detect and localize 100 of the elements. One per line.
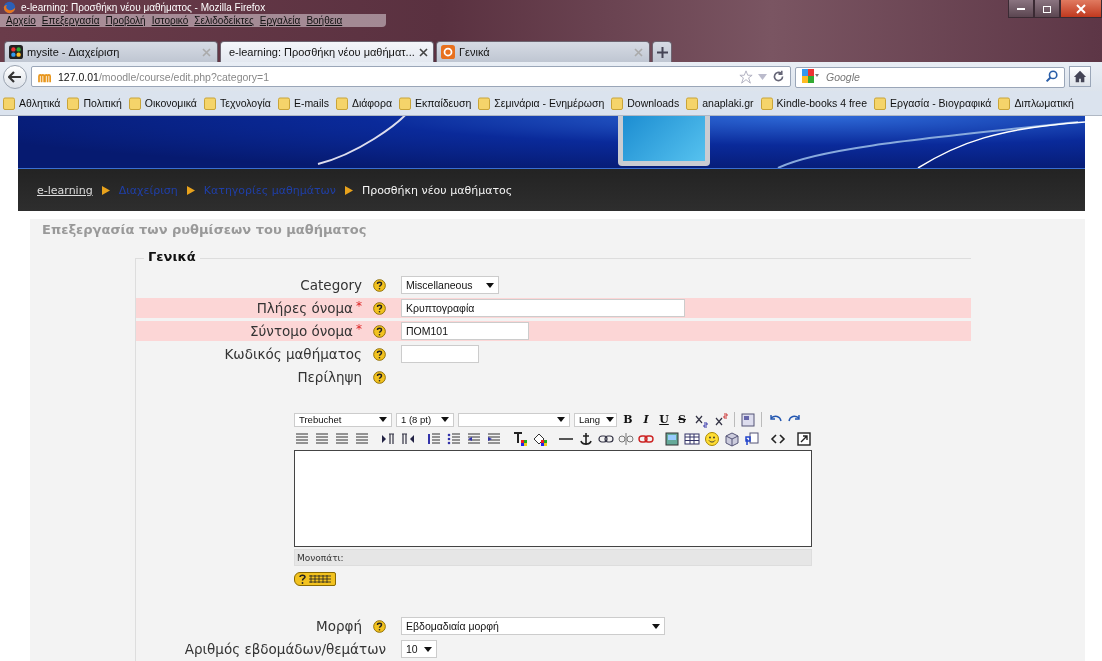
bookmark-folder[interactable]: Σεμινάρια - Ενημέρωση (478, 96, 605, 110)
help-icon[interactable] (373, 301, 386, 315)
folder-icon (128, 96, 141, 110)
rich-text-area[interactable] (294, 450, 812, 547)
bookmark-folder[interactable]: Kindle-books 4 free (760, 96, 868, 110)
editor-help-button[interactable] (294, 572, 336, 586)
menu-item[interactable]: Προβολή (105, 14, 146, 27)
dropdown[interactable]: 10 (401, 640, 437, 658)
folder-icon (760, 96, 773, 110)
text-color-icon[interactable] (512, 430, 528, 447)
maximize-button[interactable] (1034, 0, 1060, 18)
menu-item[interactable]: Επεξεργασία (41, 14, 100, 27)
text-field[interactable] (401, 345, 479, 363)
breadcrumb-item[interactable]: e-learning (37, 183, 93, 197)
bookmark-folder[interactable]: anaplaki.gr (686, 96, 754, 110)
folder-icon (335, 96, 348, 110)
table-icon[interactable] (684, 430, 700, 447)
back-button[interactable] (3, 64, 27, 89)
bookmark-folder[interactable]: Διπλωματική (998, 96, 1074, 110)
caret-icon (424, 646, 432, 652)
anchor-icon[interactable] (578, 430, 594, 447)
window-title: e-learning: Προσθήκη νέου μαθήματος - Mozilla Firefox (21, 1, 266, 13)
help-icon[interactable] (373, 324, 386, 338)
numbered-list-icon[interactable] (426, 430, 442, 447)
superscript-icon[interactable] (713, 411, 729, 428)
fullscreen-icon[interactable] (796, 430, 812, 447)
replace-icon[interactable] (744, 430, 760, 447)
bullet-list-icon[interactable] (446, 430, 462, 447)
unlink-icon[interactable] (618, 430, 634, 447)
smiley-icon[interactable] (704, 430, 720, 447)
help-icon[interactable] (373, 370, 386, 384)
format-button[interactable]: U (657, 412, 671, 427)
help-icon[interactable] (373, 619, 386, 633)
browser-tab[interactable]: e-learning: Προσθήκη νέου μαθήματ... (220, 41, 434, 62)
required-marker: * (356, 323, 362, 335)
word-document-icon[interactable] (740, 411, 756, 428)
menu-item[interactable]: Ιστορικό (151, 14, 189, 27)
back-arrow-icon (8, 70, 22, 83)
search-field[interactable]: Google (795, 66, 1065, 88)
star-icon[interactable] (739, 69, 753, 84)
field-label: Αριθμός εβδομάδων/θεμάτων (184, 641, 386, 657)
folder-icon (686, 96, 699, 110)
reload-icon[interactable] (772, 70, 785, 83)
align-left-icon[interactable] (294, 430, 310, 447)
outdent-icon[interactable] (466, 430, 482, 447)
minimize-button[interactable] (1008, 0, 1034, 18)
home-button[interactable] (1069, 66, 1091, 87)
search-engine-icon[interactable] (801, 68, 819, 84)
tab-label: Γενικά (459, 46, 491, 58)
field-label: Σύντομο όνομα (250, 323, 353, 339)
search-icon[interactable] (1045, 70, 1058, 83)
bookmark-folder[interactable]: Εκπαίδευση (399, 96, 472, 110)
menu-item[interactable]: Σελιδοδείκτες (194, 14, 254, 27)
caret-icon (557, 417, 565, 422)
bookmark-folder[interactable]: Τεχνολογία (203, 96, 271, 110)
image-icon[interactable] (664, 430, 680, 447)
bookmark-folder[interactable]: Διάφορα (335, 96, 392, 110)
toolbar-dropdown[interactable]: 1 (8 pt) (396, 412, 454, 427)
close-icon[interactable] (418, 47, 428, 57)
format-button[interactable]: I (639, 412, 653, 427)
fieldset-legend: Γενικά (144, 249, 200, 264)
align-right-icon[interactable] (334, 430, 350, 447)
url-text: 127.0.01/moodle/course/edit.php?category=1 (58, 70, 270, 83)
bookmark-folder[interactable]: Πολιτική (67, 96, 122, 110)
dropdown[interactable]: Εβδομαδιαία μορφή (401, 617, 665, 635)
caret-icon (486, 282, 494, 288)
menu-item[interactable]: Βοήθεια (306, 14, 343, 27)
field-label: Μορφή (316, 618, 362, 634)
path-label: Μονοπάτι: (297, 552, 344, 563)
cube-icon[interactable] (724, 430, 740, 447)
dropdown[interactable]: Miscellaneous (401, 276, 499, 294)
text-field[interactable]: ΠΟΜ101 (401, 322, 529, 340)
menu-item[interactable]: Αρχείο (6, 14, 36, 27)
bookmark-folder[interactable]: Οικονομικά (128, 96, 197, 110)
new-tab-button[interactable] (652, 41, 672, 62)
address-field[interactable]: 127.0.01/moodle/course/edit.php?category=1 (31, 66, 791, 87)
bookmark-folder[interactable]: E-mails (277, 96, 329, 110)
bookmark-folder[interactable]: Αθλητικά (3, 96, 61, 110)
format-button[interactable]: B (621, 412, 635, 427)
home-icon (1073, 70, 1087, 83)
indent-icon[interactable] (486, 430, 502, 447)
justify-icon[interactable] (354, 430, 370, 447)
help-icon[interactable] (373, 278, 386, 292)
format-button[interactable]: S (675, 412, 689, 427)
ltr-icon[interactable] (380, 430, 396, 447)
browser-tab[interactable]: mysite - Διαχείριση (4, 41, 218, 62)
folder-icon (203, 96, 216, 110)
bookmark-folder[interactable]: Downloads (611, 96, 680, 110)
help-icon[interactable] (373, 347, 386, 361)
rtl-icon[interactable] (400, 430, 416, 447)
toolbar-dropdown[interactable]: Trebuchet (294, 412, 392, 427)
close-button[interactable] (1060, 0, 1102, 18)
browser-tab[interactable]: Γενικά (436, 41, 650, 62)
caret-icon (652, 623, 660, 629)
align-center-icon[interactable] (314, 430, 330, 447)
required-marker: * (356, 300, 362, 312)
text-field[interactable]: Κρυπτογραφία (401, 299, 685, 317)
toolbar-dropdown[interactable]: Lang (574, 412, 617, 427)
bookmark-folder[interactable]: Εργασία - Βιογραφικά (874, 96, 992, 110)
menu-item[interactable]: Εργαλεία (259, 14, 301, 27)
